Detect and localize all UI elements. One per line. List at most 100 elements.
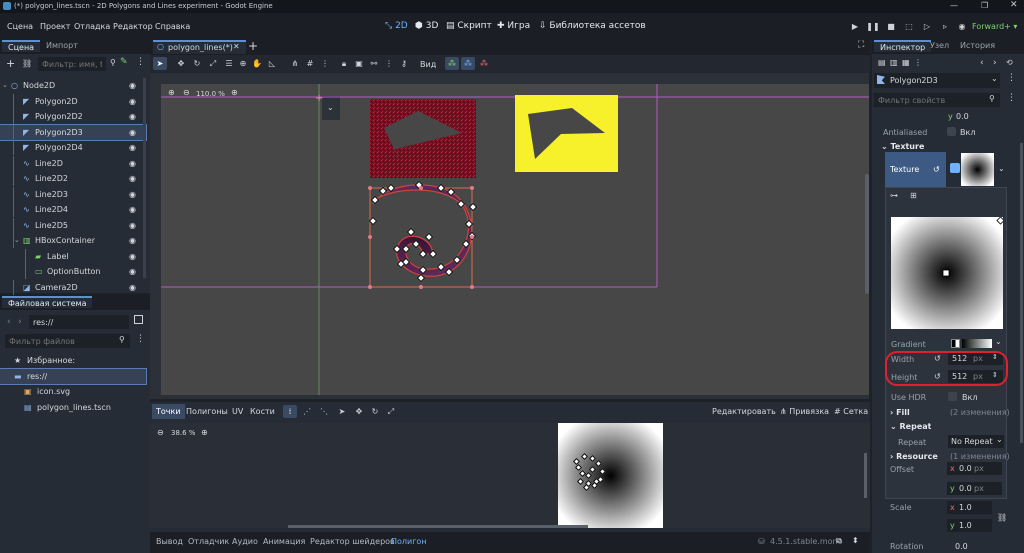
uv-move-button[interactable]: ✥ bbox=[352, 405, 366, 418]
uv-vertex-handle[interactable] bbox=[588, 454, 597, 463]
repeat-dropdown[interactable]: No Repeat ⌄ bbox=[948, 435, 1004, 448]
polygon-vertex-handle[interactable] bbox=[456, 199, 466, 209]
menu-help[interactable]: Справка bbox=[155, 22, 190, 31]
gradient-bar[interactable] bbox=[962, 339, 992, 348]
load-resource-icon[interactable]: ▥ bbox=[890, 58, 898, 67]
tab-inspector[interactable]: Инспектор bbox=[874, 40, 932, 52]
visibility-eye-icon[interactable]: ◉ bbox=[129, 171, 136, 186]
bounds-handle[interactable] bbox=[368, 285, 372, 289]
offset-x-field[interactable]: x 0.0 px bbox=[947, 462, 1002, 475]
inspector-scrollbar[interactable] bbox=[1020, 143, 1023, 443]
save-resource-icon[interactable]: ▦ bbox=[902, 58, 910, 67]
tab-debugger[interactable]: Отладчик bbox=[188, 537, 229, 546]
ruler-mode-button[interactable]: ◺ bbox=[265, 57, 279, 70]
viewport-v-scrollbar[interactable] bbox=[865, 174, 869, 294]
polygon-vertex-handle[interactable] bbox=[436, 183, 446, 193]
scene-node-line2d[interactable]: ∿ Line2D ◉ bbox=[0, 155, 146, 171]
rotation-value[interactable]: 0.0 bbox=[955, 542, 968, 551]
polygon-vertex-handle[interactable] bbox=[461, 239, 471, 249]
node-selector[interactable]: Polygon2D3 ⌄ bbox=[874, 73, 1000, 88]
pause-button[interactable]: ❚❚ bbox=[866, 19, 880, 33]
snap-options-button[interactable]: ⋮ bbox=[318, 57, 332, 70]
close-button[interactable]: ✕ bbox=[1010, 0, 1018, 10]
visibility-eye-icon[interactable]: ◉ bbox=[129, 202, 136, 217]
group-button[interactable]: ▣ bbox=[352, 57, 366, 70]
gradient-editor-icon[interactable]: ⊶ bbox=[890, 191, 898, 200]
revert-texture-icon[interactable]: ↺ bbox=[933, 165, 940, 174]
bounds-handle[interactable] bbox=[470, 235, 474, 239]
key-button[interactable]: ⚷ bbox=[397, 57, 411, 70]
tab-history[interactable]: История bbox=[954, 40, 1001, 52]
visibility-eye-icon[interactable]: ◉ bbox=[129, 249, 136, 264]
split-view-icon[interactable] bbox=[134, 315, 143, 324]
uv-h-scrollbar[interactable] bbox=[288, 525, 588, 528]
bounds-handle[interactable] bbox=[368, 186, 372, 190]
object-history-icon[interactable]: ⟲ bbox=[1006, 58, 1013, 67]
visibility-eye-icon[interactable]: ◉ bbox=[129, 156, 136, 171]
pivot-mode-button[interactable]: ⊕ bbox=[236, 57, 250, 70]
scene-filter-input[interactable] bbox=[38, 57, 106, 71]
mode-game-button[interactable]: ✚ Игра bbox=[497, 21, 530, 31]
gradient-grid-icon[interactable]: ⊞ bbox=[910, 191, 917, 200]
remote-debug-button[interactable]: ⬚ bbox=[902, 19, 916, 33]
smart-snap-button[interactable]: ⋔ bbox=[288, 57, 302, 70]
mode-2d-button[interactable]: ⤡ 2D bbox=[385, 21, 408, 31]
polygon-vertex-handle[interactable] bbox=[418, 249, 428, 259]
tab-uv[interactable]: UV bbox=[232, 407, 243, 416]
scene-tree-scrollbar[interactable] bbox=[143, 78, 146, 278]
copy-version-icon[interactable]: ⧉ bbox=[836, 536, 842, 546]
scene-node-polygon2d[interactable]: ◤ Polygon2D ◉ bbox=[0, 93, 146, 109]
distraction-free-icon[interactable]: ⛶ bbox=[858, 40, 864, 50]
forward-icon[interactable]: › bbox=[18, 317, 22, 327]
menu-debug[interactable]: Отладка bbox=[74, 22, 110, 31]
polygon-vertex-handle[interactable] bbox=[452, 255, 462, 265]
edit-menu[interactable]: Редактировать bbox=[712, 407, 776, 416]
scale-y-field[interactable]: y 1.0 bbox=[947, 519, 992, 532]
polygon-vertex-handle[interactable] bbox=[401, 244, 411, 254]
extra-options-icon[interactable]: ⋮ bbox=[914, 58, 922, 67]
tab-output[interactable]: Вывод bbox=[156, 537, 183, 546]
antialiased-checkbox[interactable] bbox=[947, 127, 956, 136]
scene-node-node2d[interactable]: ⌄ ○ Node2D ◉ bbox=[0, 78, 146, 93]
bone-options-button[interactable]: ⚯ bbox=[367, 57, 381, 70]
filter-options-icon[interactable]: ⚲ bbox=[110, 58, 116, 67]
polygon-vertex-handle[interactable] bbox=[386, 183, 396, 193]
new-resource-icon[interactable]: ▤ bbox=[878, 58, 886, 67]
tab-bones[interactable]: Кости bbox=[250, 407, 275, 416]
resource-section-header[interactable]: › Resource bbox=[890, 452, 938, 461]
bounds-handle[interactable] bbox=[419, 285, 423, 289]
menu-project[interactable]: Проект bbox=[40, 22, 70, 31]
uv-canvas[interactable]: ⊖ 38.6 % ⊕ bbox=[150, 423, 870, 528]
view-menu[interactable]: Вид bbox=[420, 60, 436, 69]
file-item[interactable]: ★ Избранное: bbox=[0, 353, 146, 368]
uv-v-scrollbar[interactable] bbox=[864, 453, 867, 498]
tab-audio[interactable]: Аудио bbox=[232, 537, 258, 546]
inspector-menu-icon[interactable]: ⋮ bbox=[1007, 73, 1016, 83]
snap-toggle[interactable]: ⋔ Привязка bbox=[780, 407, 829, 416]
menu-editor[interactable]: Редактор bbox=[113, 22, 153, 31]
renderer-selector[interactable]: Forward+ ▾ bbox=[972, 22, 1017, 31]
uv-vertex-handle[interactable] bbox=[580, 452, 589, 461]
scene-node-line2d2[interactable]: ∿ Line2D2 ◉ bbox=[0, 171, 146, 186]
play-custom-button[interactable]: ▹ bbox=[938, 19, 952, 33]
visibility-eye-icon[interactable]: ◉ bbox=[129, 78, 136, 93]
edit-points-button[interactable]: ⁂ bbox=[445, 57, 459, 70]
attach-script-icon[interactable]: ✎ bbox=[120, 57, 128, 67]
play-button[interactable]: ▶ bbox=[848, 19, 862, 33]
remove-points-button[interactable]: ⁂ bbox=[477, 57, 491, 70]
visibility-eye-icon[interactable]: ◉ bbox=[129, 264, 136, 279]
selectable-mode-button[interactable]: ☰ bbox=[222, 57, 236, 70]
texture-thumbnail[interactable] bbox=[961, 153, 994, 186]
scene-node-line2d3[interactable]: ∿ Line2D3 ◉ bbox=[0, 186, 146, 202]
bounds-handle[interactable] bbox=[368, 235, 372, 239]
pan-mode-button[interactable]: ✋ bbox=[250, 57, 264, 70]
grid-snap-button[interactable]: # bbox=[303, 57, 317, 70]
scene-node-line2d5[interactable]: ∿ Line2D5 ◉ bbox=[0, 217, 146, 233]
scene-tab[interactable]: ○ polygon_lines(*) ✕ bbox=[153, 40, 246, 54]
uv-rotate-button[interactable]: ↻ bbox=[368, 405, 382, 418]
asset-library-button[interactable]: ⇩ Библиотека ассетов bbox=[539, 21, 646, 31]
history-forward-icon[interactable]: › bbox=[993, 58, 997, 68]
bounds-handle[interactable] bbox=[470, 285, 474, 289]
polygon-vertex-handle[interactable] bbox=[424, 232, 434, 242]
polygon-vertex-handle[interactable] bbox=[436, 262, 446, 272]
